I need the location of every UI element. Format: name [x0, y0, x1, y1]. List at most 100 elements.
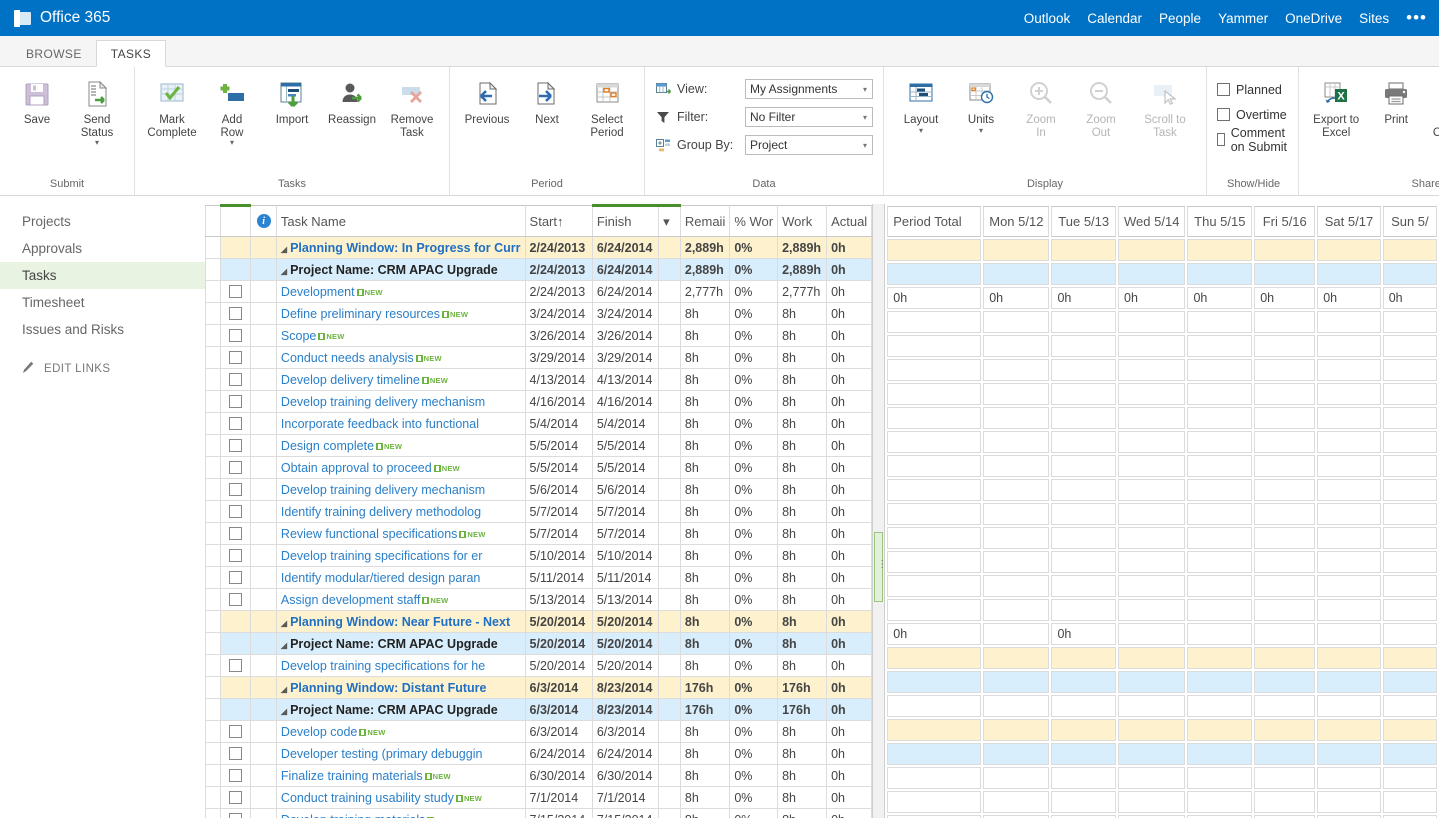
row-select-cell[interactable]: [221, 545, 251, 567]
timephased-row[interactable]: [887, 503, 1437, 525]
timephased-day-cell[interactable]: [1187, 767, 1252, 789]
timephased-day-cell[interactable]: [1254, 815, 1315, 818]
row-select-cell[interactable]: [221, 567, 251, 589]
finish-cell[interactable]: 5/20/2014: [592, 611, 658, 633]
remaining-work-cell[interactable]: 8h: [680, 303, 729, 325]
work-cell[interactable]: 8h: [778, 721, 827, 743]
row-checkbox[interactable]: [229, 747, 242, 760]
remaining-work-cell[interactable]: 8h: [680, 325, 729, 347]
overtime-checkbox[interactable]: [1217, 108, 1230, 121]
row-select-cell[interactable]: [221, 391, 251, 413]
timephased-day-cell[interactable]: [983, 335, 1049, 357]
actual-work-cell[interactable]: 0h: [827, 391, 872, 413]
timephased-row[interactable]: [887, 359, 1437, 381]
units-button[interactable]: Units ▾: [952, 73, 1010, 136]
timephased-day-cell[interactable]: [1187, 383, 1252, 405]
start-cell[interactable]: 5/10/2014: [525, 545, 592, 567]
scroll-to-task-button[interactable]: Scroll to Task: [1132, 73, 1198, 141]
timephased-day-cell[interactable]: [1051, 239, 1116, 261]
timephased-day-cell[interactable]: [1383, 407, 1437, 429]
timephased-day-cell[interactable]: [1254, 407, 1315, 429]
th-work[interactable]: Work: [778, 206, 827, 237]
actual-work-cell[interactable]: 0h: [827, 567, 872, 589]
office365-brand[interactable]: Office 365: [14, 9, 110, 27]
timephased-row[interactable]: [887, 599, 1437, 621]
select-period-button[interactable]: Select Period: [578, 73, 636, 141]
percent-work-complete-cell[interactable]: 0%: [730, 545, 778, 567]
timephased-day-cell[interactable]: [983, 791, 1049, 813]
timephased-day-cell[interactable]: [1254, 743, 1315, 765]
timephased-day-cell[interactable]: [1187, 719, 1252, 741]
start-cell[interactable]: 3/24/2014: [525, 303, 592, 325]
finish-cell[interactable]: 5/20/2014: [592, 655, 658, 677]
splitter-thumb[interactable]: [874, 532, 883, 602]
percent-work-complete-cell[interactable]: 0%: [730, 743, 778, 765]
work-cell[interactable]: 8h: [778, 457, 827, 479]
timephased-day-cell[interactable]: [1118, 719, 1185, 741]
timephased-day-cell[interactable]: [983, 383, 1049, 405]
work-cell[interactable]: 8h: [778, 479, 827, 501]
finish-cell[interactable]: 6/24/2014: [592, 281, 658, 303]
remaining-work-cell[interactable]: 8h: [680, 589, 729, 611]
row-checkbox[interactable]: [229, 571, 242, 584]
timephased-day-cell[interactable]: [1187, 455, 1252, 477]
start-cell[interactable]: 4/16/2014: [525, 391, 592, 413]
sidebar-item-timesheet[interactable]: Timesheet: [0, 289, 205, 316]
work-cell[interactable]: 8h: [778, 545, 827, 567]
remaining-work-cell[interactable]: 8h: [680, 391, 729, 413]
actual-work-cell[interactable]: 0h: [827, 699, 872, 721]
actual-work-cell[interactable]: 0h: [827, 589, 872, 611]
expand-collapse-icon[interactable]: ◢: [281, 707, 287, 716]
work-cell[interactable]: 8h: [778, 787, 827, 809]
work-cell[interactable]: 8h: [778, 369, 827, 391]
task-name-link[interactable]: Conduct needs analysis: [281, 351, 414, 365]
timephased-day-cell[interactable]: 0h: [1317, 287, 1381, 309]
timephased-day-cell[interactable]: [1118, 815, 1185, 818]
remaining-work-cell[interactable]: 8h: [680, 787, 729, 809]
comment-on-submit-checkbox[interactable]: [1217, 133, 1225, 146]
start-cell[interactable]: 2/24/2013: [525, 259, 592, 281]
timephased-day-cell[interactable]: [1383, 623, 1437, 645]
finish-cell[interactable]: 8/23/2014: [592, 677, 658, 699]
task-name-cell[interactable]: Identify training delivery methodolog: [276, 501, 525, 523]
remaining-work-cell[interactable]: 2,889h: [680, 259, 729, 281]
table-row[interactable]: Obtain approval to proceedNEW5/5/20145/5…: [206, 457, 872, 479]
row-checkbox[interactable]: [229, 483, 242, 496]
actual-work-cell[interactable]: 0h: [827, 281, 872, 303]
timephased-day-cell[interactable]: [983, 431, 1049, 453]
filter-dropdown[interactable]: No Filter ▾: [745, 107, 873, 127]
zoom-in-button[interactable]: Zoom In: [1012, 73, 1070, 141]
suite-link-calendar[interactable]: Calendar: [1087, 11, 1142, 26]
work-cell[interactable]: 2,889h: [778, 237, 827, 259]
task-name-link[interactable]: Develop training specifications for er: [281, 549, 483, 563]
percent-work-complete-cell[interactable]: 0%: [730, 369, 778, 391]
finish-cell[interactable]: 5/4/2014: [592, 413, 658, 435]
task-name-cell[interactable]: Conduct training usability studyNEW: [276, 787, 525, 809]
timephased-day-cell[interactable]: [1051, 479, 1116, 501]
th-finish-chevron-down-icon[interactable]: ▾: [659, 206, 681, 237]
finish-cell[interactable]: 5/7/2014: [592, 501, 658, 523]
table-row[interactable]: Incorporate feedback into functional5/4/…: [206, 413, 872, 435]
timephased-day-cell[interactable]: [983, 551, 1049, 573]
timephased-day-cell[interactable]: [1254, 359, 1315, 381]
timephased-day-cell[interactable]: [1383, 815, 1437, 818]
actual-work-cell[interactable]: 0h: [827, 677, 872, 699]
table-row[interactable]: Develop training delivery mechanism4/16/…: [206, 391, 872, 413]
expand-collapse-icon[interactable]: ◢: [281, 641, 287, 650]
timephased-day-cell[interactable]: [1254, 647, 1315, 669]
timephased-day-cell[interactable]: [1051, 551, 1116, 573]
start-cell[interactable]: 4/13/2014: [525, 369, 592, 391]
row-select-cell[interactable]: [221, 589, 251, 611]
work-cell[interactable]: 8h: [778, 523, 827, 545]
finish-cell[interactable]: 3/29/2014: [592, 347, 658, 369]
finish-cell[interactable]: 7/15/2014: [592, 809, 658, 819]
timephased-day-cell[interactable]: [1051, 503, 1116, 525]
th-percent-work[interactable]: % Wor: [730, 206, 778, 237]
timephased-day-cell[interactable]: [1051, 359, 1116, 381]
timephased-day-cell[interactable]: [1051, 383, 1116, 405]
timephased-day-cell[interactable]: [1383, 599, 1437, 621]
work-cell[interactable]: 8h: [778, 743, 827, 765]
start-cell[interactable]: 3/29/2014: [525, 347, 592, 369]
work-cell[interactable]: 8h: [778, 303, 827, 325]
table-row[interactable]: DevelopmentNEW2/24/20136/24/20142,777h0%…: [206, 281, 872, 303]
